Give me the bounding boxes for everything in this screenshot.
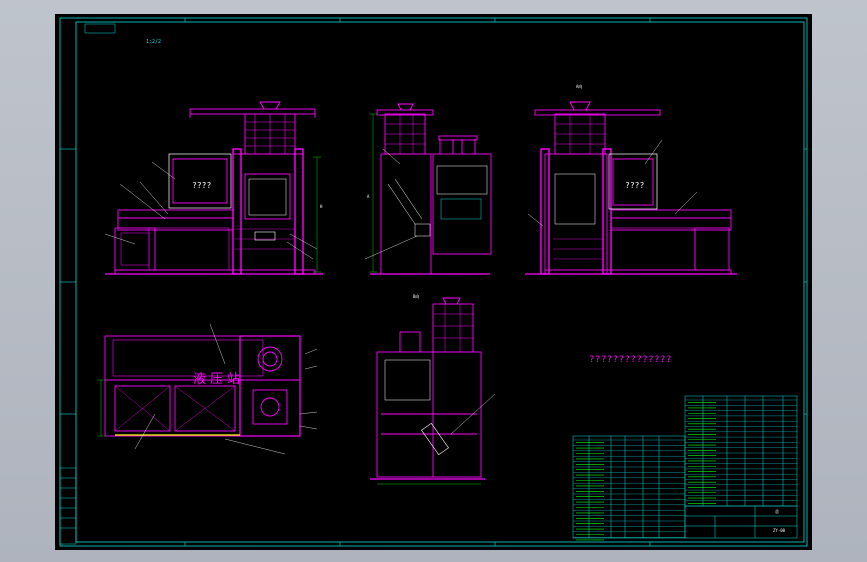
- front-view: [105, 101, 323, 275]
- front-panel-label: ????: [192, 181, 212, 190]
- material-table: [572, 435, 686, 539]
- drawing-sheet[interactable]: 1:2/2 ???? ???? 液压站 ?????????????? A向 B向…: [55, 14, 812, 550]
- outer-border: [59, 17, 808, 547]
- inner-border: [75, 21, 805, 543]
- drawing-canvas: [59, 17, 808, 547]
- technical-note: ??????????????: [589, 355, 672, 365]
- title-block-code: ZY-00: [773, 528, 786, 533]
- revision-block: [59, 467, 77, 545]
- side-view: [370, 103, 492, 275]
- section-label-a: A向: [576, 84, 583, 89]
- cad-viewport: 1:2/2 ???? ???? 液压站 ?????????????? A向 B向…: [0, 0, 867, 562]
- hydraulic-station-label: 液压站: [193, 372, 245, 387]
- section-label-b: B向: [413, 294, 420, 299]
- dimension-label-h: H: [320, 204, 323, 209]
- zoom-label: 1:2/2: [146, 39, 162, 45]
- dimension-label-a: A: [367, 194, 370, 199]
- rear-panel-label: ????: [625, 181, 645, 190]
- title-block: [684, 505, 798, 539]
- section-b-view: [370, 297, 485, 480]
- title-block-name: 总: [775, 509, 779, 514]
- parts-list-table: [684, 395, 798, 507]
